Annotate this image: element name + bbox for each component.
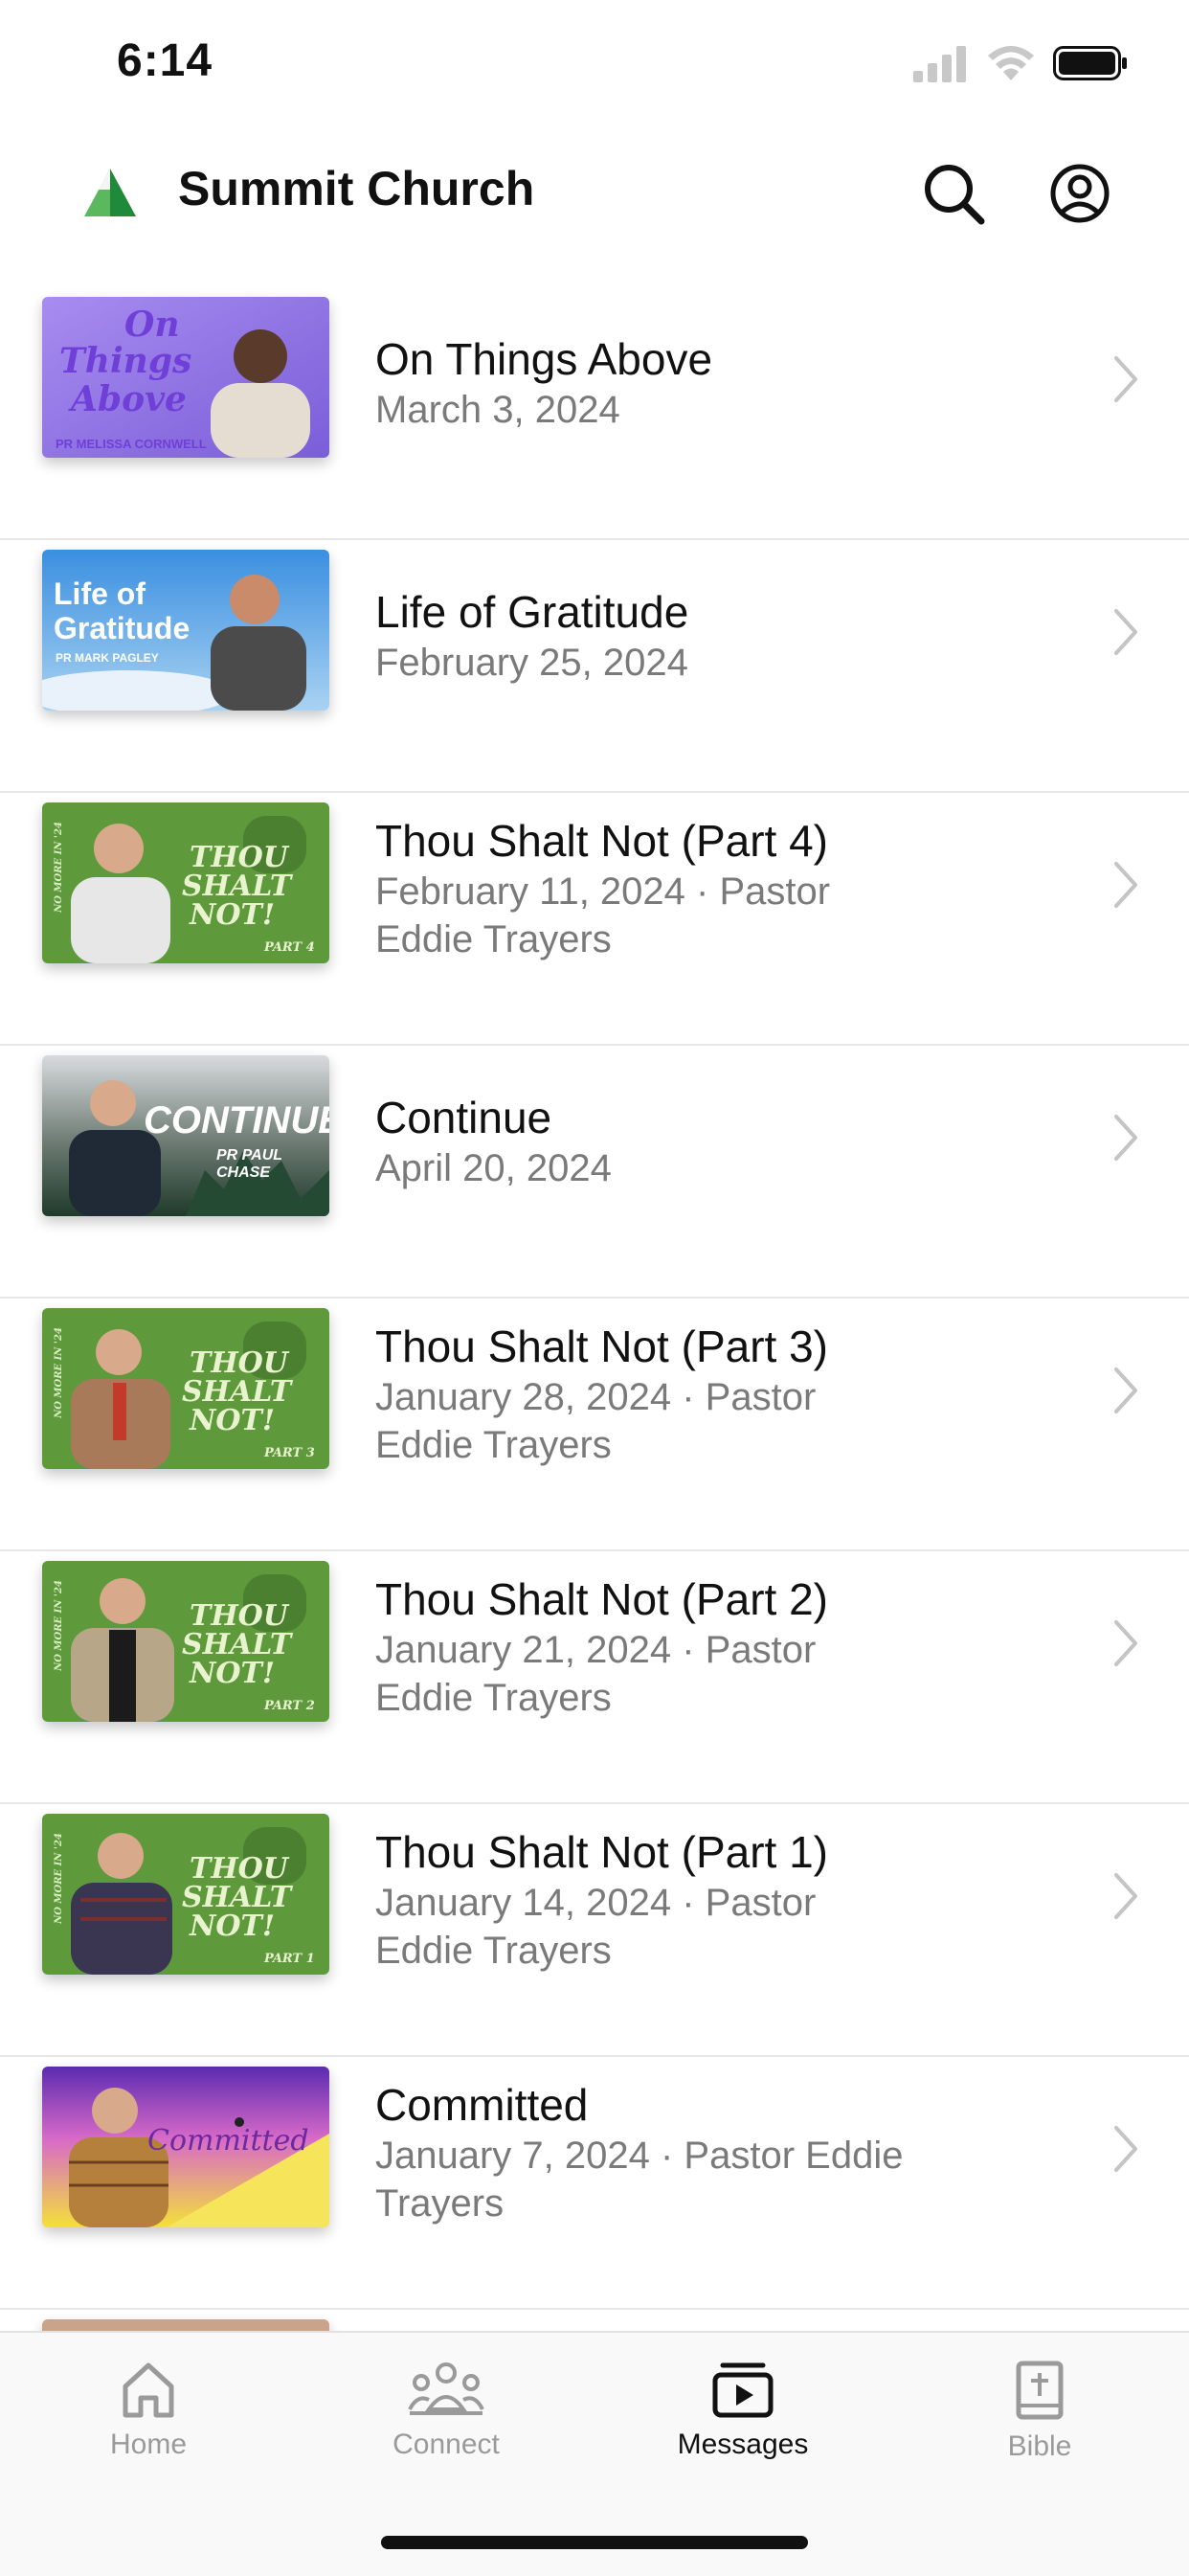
- thumbnail-caption: PR MARK PAGLEY: [56, 651, 159, 665]
- message-row[interactable]: Life of Gratitude PR MARK PAGLEY Life of…: [0, 540, 1189, 793]
- thumbnail-title-line: Life of: [54, 576, 146, 611]
- wifi-icon: [988, 46, 1034, 80]
- tab-label: Bible: [1007, 2430, 1072, 2462]
- message-row-partial[interactable]: [0, 2310, 1189, 2331]
- tab-messages[interactable]: Messages: [638, 2360, 848, 2494]
- status-time: 6:14: [117, 35, 213, 86]
- thumbnail-artwork: [42, 2319, 329, 2331]
- thumbnail-title-line: NOT!: [190, 1657, 276, 1690]
- tab-home[interactable]: Home: [43, 2360, 254, 2494]
- message-row[interactable]: NO MORE IN '24 THOU SHALT NOT! PART 4 Th…: [0, 793, 1189, 1046]
- message-subtitle: January 21, 2024 · Pastor Eddie Trayers: [375, 1629, 817, 1719]
- thumbnail-title-line: NOT!: [190, 1909, 276, 1943]
- thumbnail-title-line: Gratitude: [54, 611, 191, 645]
- message-title: Committed: [375, 2080, 589, 2130]
- message-thumbnail: NO MORE IN '24 THOU SHALT NOT! PART 4: [42, 802, 329, 963]
- message-thumbnail: NO MORE IN '24 THOU SHALT NOT! PART 1: [42, 1814, 329, 1975]
- profile-icon: [1050, 164, 1110, 223]
- thumbnail-title-line: Committed: [147, 2124, 309, 2158]
- message-text: Thou Shalt Not (Part 1) January 14, 2024…: [375, 1804, 1084, 1996]
- message-thumbnail: NO MORE IN '24 THOU SHALT NOT! PART 3: [42, 1308, 329, 1469]
- thumbnail-caption: PART 4: [264, 940, 315, 955]
- message-row[interactable]: NO MORE IN '24 THOU SHALT NOT! PART 2 Th…: [0, 1551, 1189, 1804]
- message-thumbnail: [42, 2319, 329, 2331]
- message-title: Continue: [375, 1093, 552, 1142]
- thumbnail-caption: PR MELISSA CORNWELL: [56, 437, 207, 451]
- message-text: Thou Shalt Not (Part 3) January 28, 2024…: [375, 1299, 1084, 1490]
- tab-label: Connect: [393, 2429, 500, 2460]
- chevron-right-icon: [1114, 1620, 1137, 1666]
- people-icon: [408, 2362, 484, 2415]
- message-row[interactable]: CONTINUE PR PAUL CHASE Continue April 20…: [0, 1046, 1189, 1299]
- message-thumbnail: Committed: [42, 2067, 329, 2227]
- status-bar: 6:14: [0, 0, 1189, 134]
- thumbnail-caption: PART 3: [264, 1446, 315, 1460]
- message-row[interactable]: Committed Committed January 7, 2024 · Pa…: [0, 2057, 1189, 2310]
- summit-church-logo: [84, 169, 136, 216]
- message-text: On Things Above March 3, 2024: [375, 287, 1084, 479]
- message-title: On Things Above: [375, 334, 713, 384]
- message-subtitle: February 25, 2024: [375, 642, 688, 684]
- thumbnail-side-text: NO MORE IN '24: [53, 822, 64, 913]
- thumbnail-title-line: Above: [71, 379, 187, 419]
- play-icon: [712, 2362, 774, 2418]
- message-subtitle: February 11, 2024 · Pastor Eddie Trayers: [375, 870, 831, 960]
- message-subtitle: January 7, 2024 · Pastor Eddie Trayers: [375, 2135, 904, 2225]
- chevron-right-icon: [1114, 609, 1137, 655]
- message-text: Thou Shalt Not (Part 4) February 11, 202…: [375, 793, 1084, 984]
- thumbnail-title-line: CONTINUE: [144, 1099, 329, 1141]
- app-title: Summit Church: [178, 162, 535, 215]
- message-thumbnail: On Things Above PR MELISSA CORNWELL: [42, 297, 329, 458]
- message-subtitle: January 28, 2024 · Pastor Eddie Trayers: [375, 1376, 817, 1466]
- thumbnail-title-line: NOT!: [190, 898, 276, 932]
- message-text: Thou Shalt Not (Part 2) January 21, 2024…: [375, 1551, 1084, 1743]
- tab-label: Home: [109, 2429, 188, 2460]
- chevron-right-icon: [1114, 2126, 1137, 2172]
- message-title: Thou Shalt Not (Part 2): [375, 1574, 828, 1624]
- message-row[interactable]: NO MORE IN '24 THOU SHALT NOT! PART 3 Th…: [0, 1299, 1189, 1551]
- message-title: Thou Shalt Not (Part 1): [375, 1827, 828, 1877]
- thumbnail-side-text: NO MORE IN '24: [53, 1327, 64, 1418]
- app-header: Summit Church: [0, 134, 1189, 259]
- profile-button[interactable]: [1042, 155, 1118, 232]
- message-thumbnail: NO MORE IN '24 THOU SHALT NOT! PART 2: [42, 1561, 329, 1722]
- thumbnail-caption: PR PAUL CHASE: [216, 1147, 282, 1181]
- home-icon: [123, 2362, 174, 2418]
- chevron-right-icon: [1114, 1367, 1137, 1413]
- battery-icon: [1053, 46, 1127, 80]
- thumbnail-title-line: Things: [59, 341, 192, 381]
- thumbnail-title-line: NOT!: [190, 1404, 276, 1437]
- chevron-right-icon: [1114, 356, 1137, 402]
- message-title: Thou Shalt Not (Part 4): [375, 816, 828, 866]
- message-subtitle: March 3, 2024: [375, 389, 620, 431]
- message-list: On Things Above PR MELISSA CORNWELL On T…: [0, 287, 1189, 2331]
- thumbnail-side-text: NO MORE IN '24: [53, 1580, 64, 1671]
- chevron-right-icon: [1114, 862, 1137, 908]
- thumbnail-side-text: NO MORE IN '24: [53, 1833, 64, 1924]
- message-thumbnail: Life of Gratitude PR MARK PAGLEY: [42, 550, 329, 711]
- message-subtitle: April 20, 2024: [375, 1147, 612, 1189]
- message-thumbnail: CONTINUE PR PAUL CHASE: [42, 1055, 329, 1216]
- bible-icon: [1016, 2361, 1064, 2420]
- tab-label: Messages: [677, 2429, 809, 2460]
- message-title: Thou Shalt Not (Part 3): [375, 1322, 828, 1371]
- message-title: Life of Gratitude: [375, 587, 689, 637]
- message-subtitle: January 14, 2024 · Pastor Eddie Trayers: [375, 1882, 817, 1972]
- chevron-right-icon: [1114, 1115, 1137, 1161]
- search-icon: [925, 165, 985, 225]
- tab-bible[interactable]: Bible: [934, 2360, 1145, 2494]
- search-button[interactable]: [915, 155, 992, 232]
- thumbnail-title-line: On: [124, 305, 180, 345]
- tab-connect[interactable]: Connect: [341, 2360, 551, 2494]
- message-row[interactable]: On Things Above PR MELISSA CORNWELL On T…: [0, 287, 1189, 540]
- thumbnail-caption: PART 2: [264, 1699, 315, 1713]
- cellular-signal-icon: [913, 46, 966, 82]
- message-text: Continue April 20, 2024: [375, 1046, 1084, 1237]
- message-text: Committed January 7, 2024 · Pastor Eddie…: [375, 2057, 1084, 2248]
- chevron-right-icon: [1114, 1873, 1137, 1919]
- message-row[interactable]: NO MORE IN '24 THOU SHALT NOT! PART 1 Th…: [0, 1804, 1189, 2057]
- thumbnail-caption: PART 1: [264, 1952, 315, 1966]
- home-indicator: [381, 2536, 808, 2549]
- message-text: Life of Gratitude February 25, 2024: [375, 540, 1084, 732]
